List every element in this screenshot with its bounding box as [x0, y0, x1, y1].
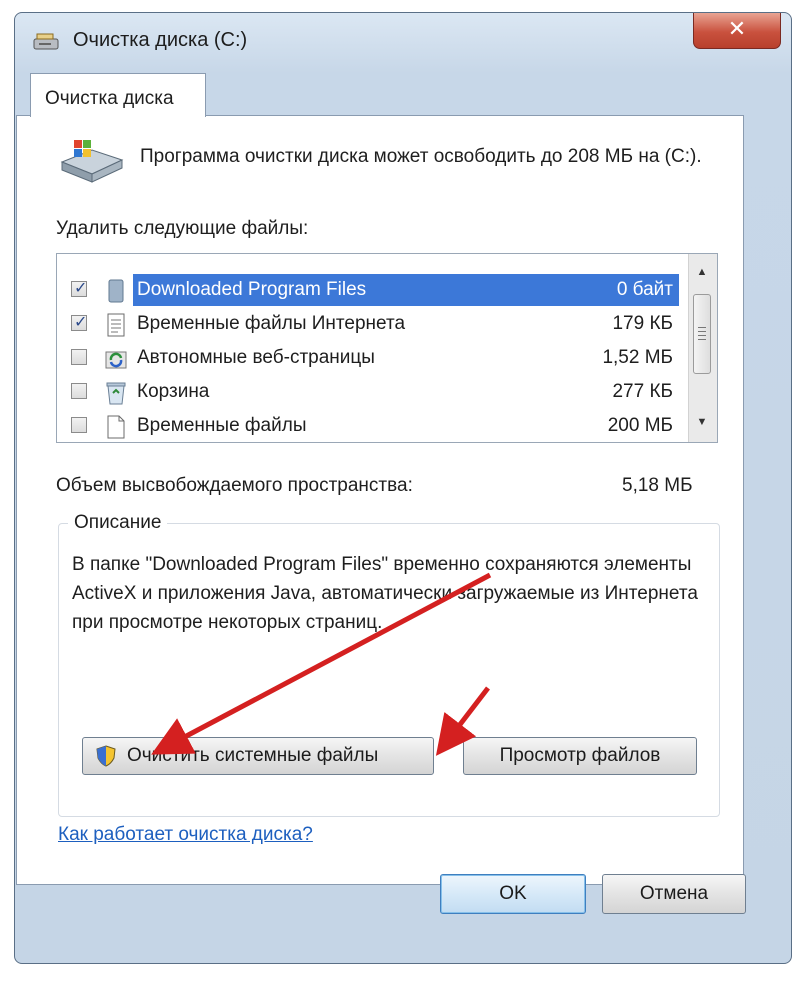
annotation-arrows	[151, 572, 492, 756]
red-arrow	[435, 686, 490, 756]
tab-disk-cleanup[interactable]: Очистка диска	[30, 73, 206, 117]
red-arrow	[151, 572, 492, 755]
